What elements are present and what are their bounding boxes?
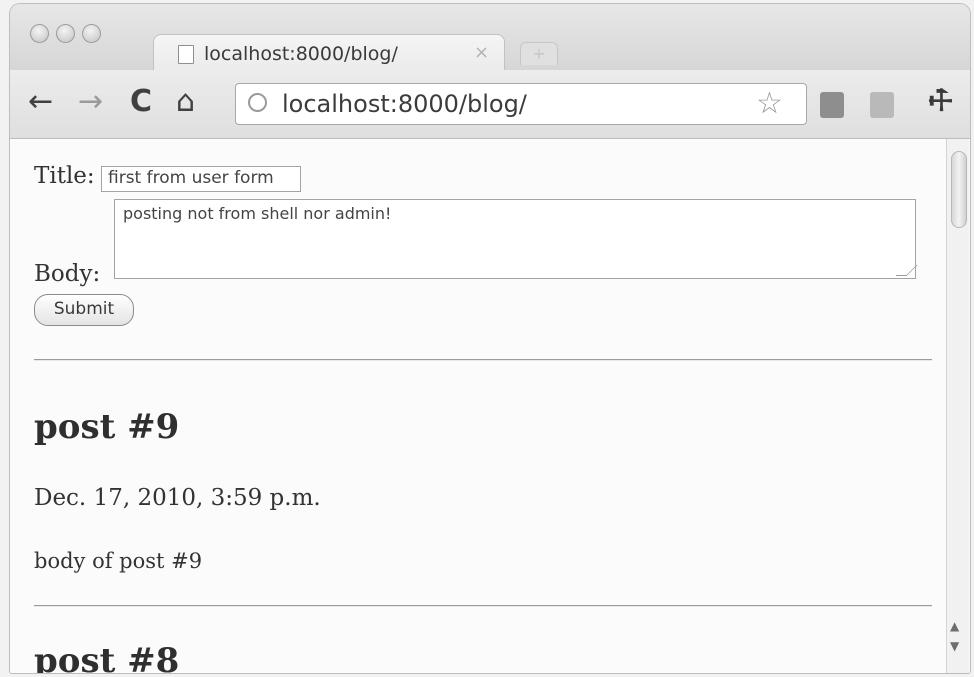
back-icon[interactable]: ←: [28, 84, 53, 120]
zoom-window-button[interactable]: [82, 24, 101, 43]
post-body: body of post #9: [34, 549, 203, 573]
address-bar[interactable]: localhost:8000/blog/ ☆: [235, 83, 807, 125]
tab-strip: localhost:8000/blog/ × +: [10, 4, 970, 71]
browser-window: localhost:8000/blog/ × + ← → C ⌂ localho…: [10, 4, 970, 673]
title-label: Title:: [34, 163, 95, 189]
extension-icon[interactable]: [820, 92, 844, 118]
divider: [34, 359, 932, 361]
post-title: post #8: [34, 641, 180, 673]
translate-icon[interactable]: [870, 92, 894, 118]
reload-icon[interactable]: C: [130, 84, 152, 120]
wrench-icon[interactable]: ⚒: [920, 80, 961, 121]
new-tab-button[interactable]: +: [520, 42, 558, 65]
globe-icon: [248, 93, 267, 112]
page-content: Title: first from user form posting not …: [10, 139, 970, 673]
home-icon[interactable]: ⌂: [176, 84, 195, 120]
tab-blog[interactable]: localhost:8000/blog/ ×: [153, 34, 505, 71]
browser-toolbar: ← → C ⌂ localhost:8000/blog/ ☆ ⚒: [10, 70, 970, 139]
scroll-up-icon[interactable]: ▲: [950, 619, 959, 633]
post-date: Dec. 17, 2010, 3:59 p.m.: [34, 485, 321, 511]
page-icon: [178, 45, 194, 64]
body-text: posting not from shell nor admin!: [123, 204, 392, 223]
forward-icon[interactable]: →: [78, 84, 103, 120]
minimize-window-button[interactable]: [56, 24, 75, 43]
vertical-scrollbar[interactable]: ▲ ▼: [946, 139, 969, 673]
scrollbar-thumb[interactable]: [951, 151, 967, 228]
submit-button[interactable]: Submit: [34, 294, 134, 326]
close-window-button[interactable]: [30, 24, 49, 43]
scroll-down-icon[interactable]: ▼: [950, 639, 959, 653]
tab-close-icon[interactable]: ×: [474, 42, 489, 63]
title-input[interactable]: first from user form: [101, 166, 301, 192]
resize-handle[interactable]: [895, 265, 918, 276]
divider: [34, 605, 932, 607]
body-label: Body:: [34, 261, 101, 287]
body-textarea[interactable]: posting not from shell nor admin!: [114, 199, 918, 279]
tab-title: localhost:8000/blog/: [204, 43, 398, 65]
post-title: post #9: [34, 407, 180, 447]
url-text[interactable]: localhost:8000/blog/: [282, 90, 527, 118]
bookmark-star-icon[interactable]: ☆: [756, 86, 783, 121]
